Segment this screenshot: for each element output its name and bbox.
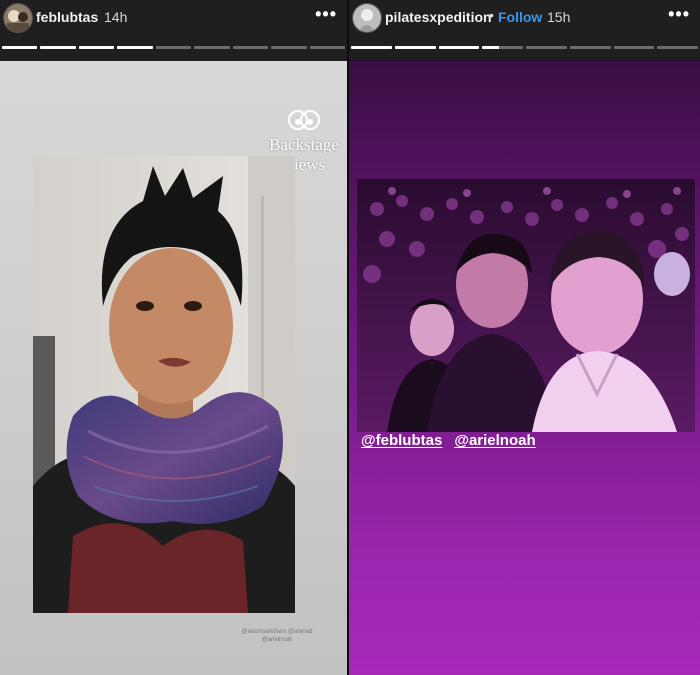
- progress-segment: [309, 46, 345, 49]
- story-photo-portrait: [33, 156, 295, 613]
- progress-segment: [232, 46, 269, 49]
- photo-tag-line-2: @arielnoah: [261, 637, 293, 643]
- photo-tag-line-1: @ariclnoahxfans @atenad: [241, 629, 313, 635]
- avatar[interactable]: [3, 3, 33, 33]
- left-story-panel[interactable]: feblubtas 14h ••• Backstage Views @aricl…: [0, 0, 347, 675]
- progress-segment: [526, 46, 567, 49]
- avatar[interactable]: [352, 3, 382, 33]
- post-time: 14h: [104, 9, 128, 25]
- progress-segment: [2, 46, 38, 49]
- story-photo-selfie: [357, 179, 695, 432]
- progress-segment: [351, 46, 392, 49]
- watermark-logo: [288, 110, 320, 130]
- progress-segment: [40, 46, 76, 49]
- follow-button[interactable]: Follow: [498, 9, 542, 25]
- more-horizontal-icon[interactable]: •••: [315, 4, 337, 25]
- username[interactable]: pilatesxpedition: [385, 9, 492, 25]
- progress-segment-fill: [394, 46, 436, 49]
- story-progress-bar: [2, 46, 345, 49]
- progress-segment-fill: [78, 46, 115, 49]
- progress-segment: [117, 46, 153, 49]
- photo-tag-caption: @ariclnoahxfans @atenad @arielnoah: [232, 628, 322, 644]
- progress-segment: [438, 46, 480, 49]
- progress-segment: [569, 46, 611, 49]
- username[interactable]: feblubtas: [36, 9, 98, 25]
- mention-arielnoah[interactable]: @arielnoah: [454, 432, 535, 449]
- post-time: 15h: [547, 9, 571, 25]
- more-horizontal-icon[interactable]: •••: [668, 4, 690, 25]
- progress-segment: [482, 46, 523, 49]
- progress-segment-fill: [117, 46, 153, 49]
- mention-feblubtas[interactable]: @feblubtas: [361, 432, 442, 449]
- progress-segment-fill: [40, 46, 76, 49]
- story-canvas: Backstage Views @ariclnoahxfans @atenad …: [0, 61, 347, 675]
- progress-segment: [78, 46, 115, 49]
- progress-segment-fill: [2, 46, 38, 49]
- mention-tags: @feblubtas @arielnoah: [361, 432, 536, 449]
- progress-segment: [394, 46, 436, 49]
- progress-segment-fill: [482, 46, 499, 49]
- progress-segment: [271, 46, 307, 49]
- progress-segment: [613, 46, 655, 49]
- story-canvas: @feblubtas @arielnoah: [349, 61, 700, 675]
- progress-segment-fill: [438, 46, 480, 49]
- story-progress-bar: [351, 46, 698, 49]
- progress-segment: [657, 46, 698, 49]
- right-story-panel[interactable]: pilatesxpedition • Follow 15h ••• @feblu…: [349, 0, 700, 675]
- separator-dot: •: [489, 7, 494, 23]
- progress-segment: [155, 46, 192, 49]
- story-header: pilatesxpedition • Follow 15h •••: [349, 0, 700, 60]
- progress-segment-fill: [351, 46, 392, 49]
- watermark-line-1: Backstage: [269, 135, 339, 154]
- story-header: feblubtas 14h •••: [0, 0, 347, 60]
- progress-segment: [194, 46, 230, 49]
